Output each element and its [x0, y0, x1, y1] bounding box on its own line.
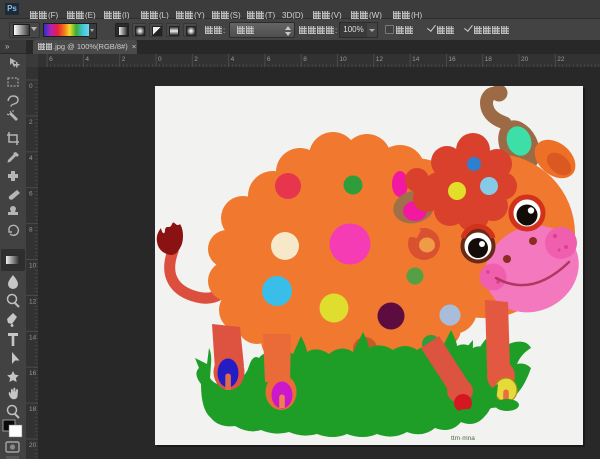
svg-text:8: 8	[29, 227, 33, 234]
svg-text:20: 20	[521, 56, 529, 63]
svg-text:ttm·mna: ttm·mna	[451, 435, 475, 442]
svg-text:18: 18	[29, 406, 37, 413]
svg-text:16: 16	[29, 370, 37, 377]
svg-text:8: 8	[303, 56, 307, 63]
svg-text:4: 4	[29, 155, 33, 162]
svg-text:4: 4	[231, 56, 235, 63]
svg-text:6: 6	[49, 56, 53, 63]
svg-text:2: 2	[122, 56, 126, 63]
svg-text:6: 6	[267, 56, 271, 63]
svg-text:0: 0	[29, 83, 33, 90]
svg-text:10: 10	[340, 56, 348, 63]
svg-text:12: 12	[29, 298, 37, 305]
svg-text:16: 16	[448, 56, 456, 63]
svg-text:2: 2	[29, 119, 33, 126]
svg-text:6: 6	[29, 191, 33, 198]
svg-text:12: 12	[376, 56, 384, 63]
svg-text:10: 10	[29, 263, 37, 270]
svg-text:18: 18	[485, 56, 493, 63]
svg-text:14: 14	[412, 56, 420, 63]
svg-text:2: 2	[194, 56, 198, 63]
svg-text:14: 14	[29, 334, 37, 341]
svg-text:20: 20	[29, 442, 37, 449]
svg-text:4: 4	[85, 56, 89, 63]
svg-text:22: 22	[557, 56, 565, 63]
svg-text:0: 0	[158, 56, 162, 63]
